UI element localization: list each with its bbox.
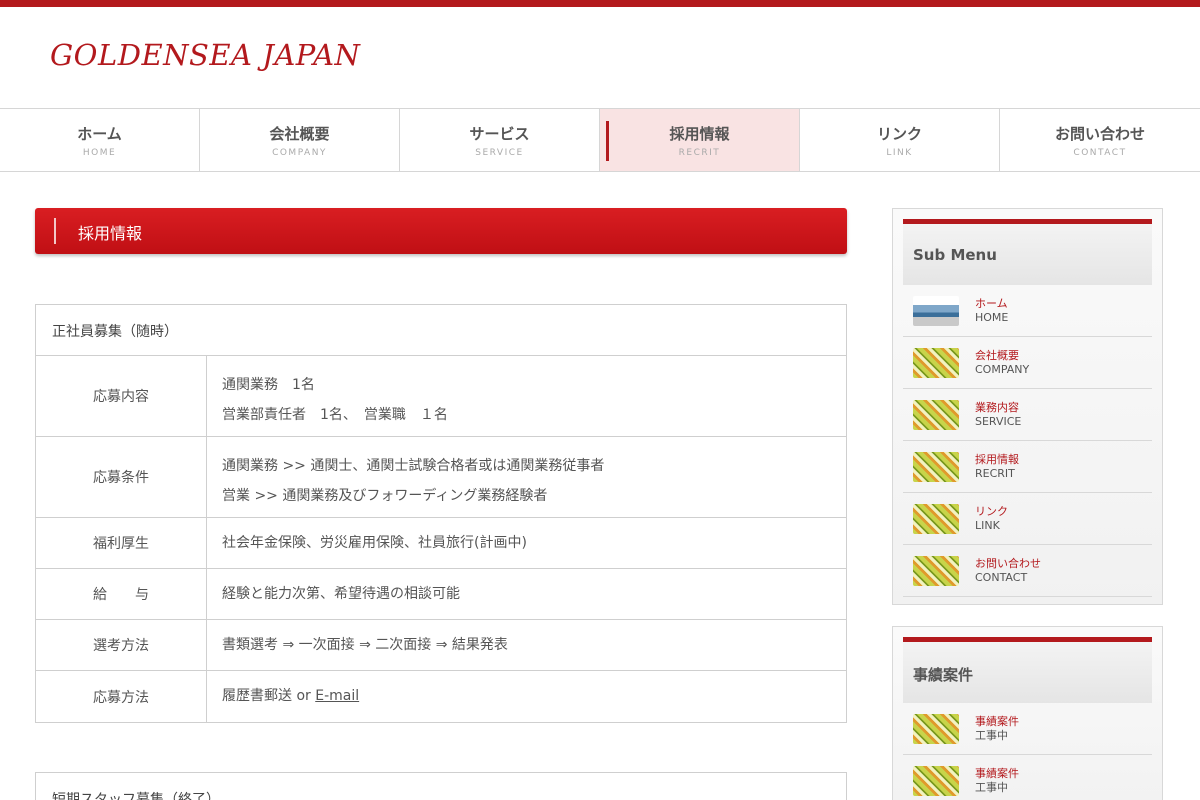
value-line: 営業 >> 通関業務及びフォワーディング業務経験者 xyxy=(222,488,548,504)
site-logo[interactable]: GOLDENSEA JAPAN xyxy=(50,38,360,72)
item-sublabel: RECRIT xyxy=(975,467,1015,480)
nav-sublabel: CONTACT xyxy=(1073,148,1127,158)
cases-panel: 事績案件 事績案件 工事中 事績案件 工事中 xyxy=(892,626,1163,800)
thumbnail-image xyxy=(913,555,959,586)
table-row: 応募方法 履歴書郵送 or E-mail xyxy=(36,671,846,722)
thumbnail-image xyxy=(913,451,959,482)
item-label: お問い合わせ xyxy=(975,557,1041,570)
table-row: 福利厚生 社会年金保険、労災雇用保険、社員旅行(計画中) xyxy=(36,518,846,569)
item-sublabel: HOME xyxy=(975,311,1009,324)
nav-label: 採用情報 xyxy=(669,125,730,143)
item-sublabel: 工事中 xyxy=(975,781,1008,794)
table-row: 応募内容 通関業務 1名 営業部責任者 1名、 営業職 １名 xyxy=(36,356,846,437)
title-bar-decoration xyxy=(54,218,56,244)
nav-item-link[interactable]: リンク LINK xyxy=(800,109,1000,171)
nav-label: リンク xyxy=(876,125,922,143)
email-link[interactable]: E-mail xyxy=(315,688,359,704)
case-item[interactable]: 事績案件 工事中 xyxy=(903,703,1152,755)
item-label: 事績案件 xyxy=(975,715,1019,728)
item-sublabel: 工事中 xyxy=(975,729,1008,742)
item-sublabel: SERVICE xyxy=(975,415,1022,428)
job-table-shortterm: 短期スタッフ募集（終了） xyxy=(35,772,847,800)
case-item[interactable]: 事績案件 工事中 xyxy=(903,755,1152,800)
thumbnail-image xyxy=(913,765,959,796)
thumbnail-image xyxy=(913,399,959,430)
row-label: 福利厚生 xyxy=(36,518,207,568)
thumbnail-image xyxy=(913,295,959,326)
nav-item-contact[interactable]: お問い合わせ CONTACT xyxy=(1000,109,1200,171)
row-label: 給 与 xyxy=(36,569,207,619)
item-label: 会社概要 xyxy=(975,349,1019,362)
nav-sublabel: LINK xyxy=(886,148,913,158)
value-line: 営業部責任者 1名、 営業職 １名 xyxy=(222,407,448,423)
sub-menu-item-recruit[interactable]: 採用情報 RECRIT xyxy=(903,441,1152,493)
nav-item-recruit[interactable]: 採用情報 RECRIT xyxy=(600,109,800,171)
sub-menu-panel: Sub Menu ホーム HOME 会社概要 COMPANY 業務内容 SERVICE… xyxy=(892,208,1163,605)
main-nav: ホーム HOME 会社概要 COMPANY サービス SERVICE 採用情報 … xyxy=(0,108,1200,172)
item-sublabel: LINK xyxy=(975,519,1000,532)
nav-sublabel: HOME xyxy=(82,148,117,158)
cases-heading: 事績案件 xyxy=(903,637,1152,703)
nav-item-company[interactable]: 会社概要 COMPANY xyxy=(200,109,400,171)
page-title: 採用情報 xyxy=(78,224,143,243)
item-sublabel: COMPANY xyxy=(975,363,1030,376)
item-label: リンク xyxy=(975,505,1008,518)
apply-method-text: 履歴書郵送 or xyxy=(222,688,316,704)
nav-label: サービス xyxy=(469,125,530,143)
sub-menu-item-home[interactable]: ホーム HOME xyxy=(903,285,1152,337)
item-label: 事績案件 xyxy=(975,767,1019,780)
row-label: 応募方法 xyxy=(36,671,207,722)
active-indicator xyxy=(606,121,609,161)
row-label: 応募条件 xyxy=(36,437,207,517)
page-title-banner: 採用情報 xyxy=(35,208,847,254)
nav-label: ホーム xyxy=(77,125,122,143)
row-value: 通関業務 >> 通関士、通関士試験合格者或は通関業務従事者 営業 >> 通関業務… xyxy=(207,437,846,517)
nav-label: 会社概要 xyxy=(269,125,330,143)
top-accent-stripe xyxy=(0,0,1200,7)
sub-menu-heading: Sub Menu xyxy=(903,219,1152,285)
value-line: 通関業務 >> 通関士、通関士試験合格者或は通関業務従事者 xyxy=(222,458,605,474)
table-row: 選考方法 書類選考 ⇒ 一次面接 ⇒ 二次面接 ⇒ 結果発表 xyxy=(36,620,846,671)
sub-menu-item-link[interactable]: リンク LINK xyxy=(903,493,1152,545)
row-label: 選考方法 xyxy=(36,620,207,670)
row-value: 履歴書郵送 or E-mail xyxy=(207,671,846,722)
row-value: 経験と能力次第、希望待遇の相談可能 xyxy=(222,586,460,602)
row-label: 応募内容 xyxy=(36,356,207,436)
item-label: ホーム xyxy=(975,297,1008,310)
job-table-heading: 短期スタッフ募集（終了） xyxy=(36,773,846,800)
sub-menu-item-contact[interactable]: お問い合わせ CONTACT xyxy=(903,545,1152,597)
row-value: 社会年金保険、労災雇用保険、社員旅行(計画中) xyxy=(222,535,527,551)
sub-menu-item-service[interactable]: 業務内容 SERVICE xyxy=(903,389,1152,441)
nav-label: お問い合わせ xyxy=(1054,125,1145,143)
thumbnail-image xyxy=(913,503,959,534)
nav-sublabel: SERVICE xyxy=(475,148,524,158)
row-value: 書類選考 ⇒ 一次面接 ⇒ 二次面接 ⇒ 結果発表 xyxy=(222,637,508,653)
table-row: 応募条件 通関業務 >> 通関士、通関士試験合格者或は通関業務従事者 営業 >>… xyxy=(36,437,846,518)
item-sublabel: CONTACT xyxy=(975,571,1028,584)
nav-sublabel: RECRIT xyxy=(678,148,721,158)
thumbnail-image xyxy=(913,347,959,378)
sub-menu-item-company[interactable]: 会社概要 COMPANY xyxy=(903,337,1152,389)
value-line: 通関業務 1名 xyxy=(222,377,315,393)
item-label: 採用情報 xyxy=(975,453,1019,466)
job-table-fulltime: 正社員募集（随時） 応募内容 通関業務 1名 営業部責任者 1名、 営業職 １名… xyxy=(35,304,847,723)
nav-sublabel: COMPANY xyxy=(272,148,327,158)
table-row: 給 与 経験と能力次第、希望待遇の相談可能 xyxy=(36,569,846,620)
nav-item-home[interactable]: ホーム HOME xyxy=(0,109,200,171)
job-table-heading: 正社員募集（随時） xyxy=(36,305,846,356)
item-label: 業務内容 xyxy=(975,401,1019,414)
thumbnail-image xyxy=(913,713,959,744)
row-value: 通関業務 1名 営業部責任者 1名、 営業職 １名 xyxy=(207,356,846,436)
nav-item-service[interactable]: サービス SERVICE xyxy=(400,109,600,171)
